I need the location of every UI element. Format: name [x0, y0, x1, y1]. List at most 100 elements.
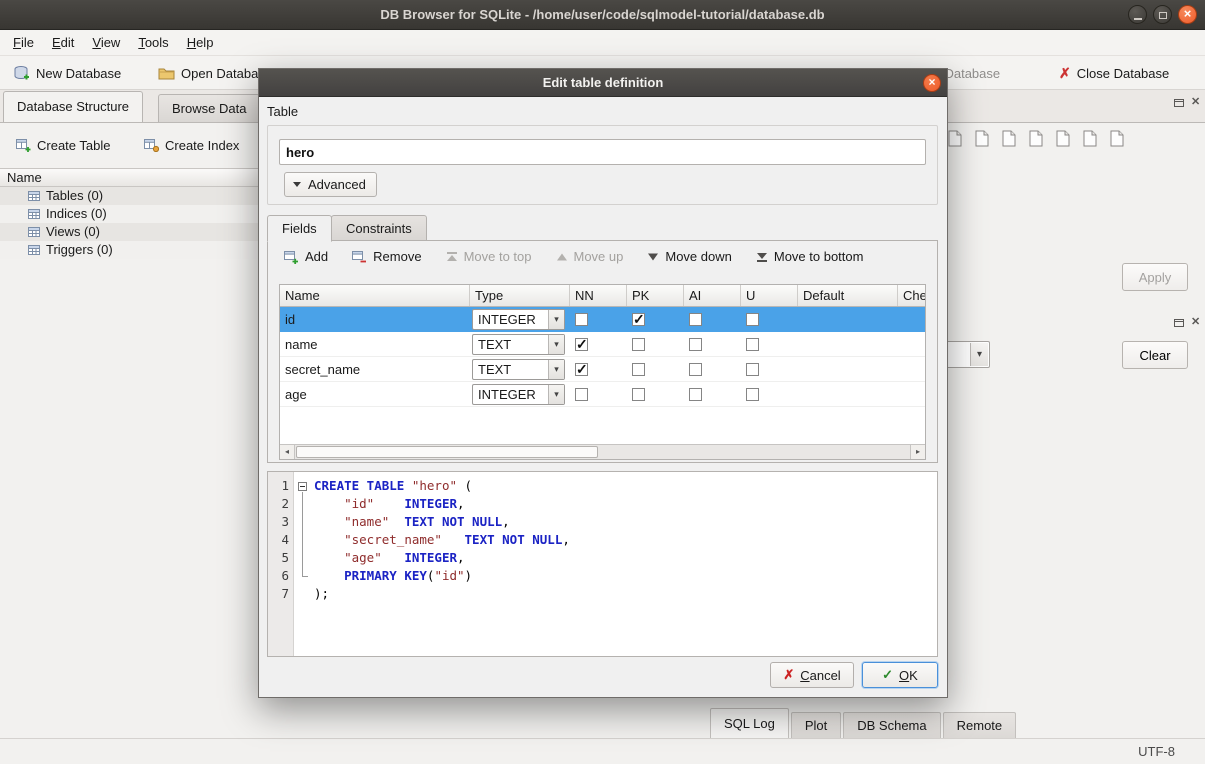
- tab-db-schema[interactable]: DB Schema: [843, 712, 940, 738]
- document-icon[interactable]: [1110, 130, 1125, 147]
- move-down-button[interactable]: Move down: [647, 249, 731, 264]
- u-checkbox[interactable]: [746, 388, 759, 401]
- type-combobox[interactable]: INTEGER▾: [472, 309, 565, 330]
- dialog-close-button[interactable]: ×: [923, 74, 941, 92]
- edit-cell-toolbar: [948, 130, 1125, 147]
- sql-line: );: [314, 585, 937, 603]
- table-name-input[interactable]: [279, 139, 926, 165]
- menu-tools[interactable]: Tools: [129, 32, 177, 53]
- advanced-toggle-button[interactable]: Advanced: [284, 172, 377, 197]
- float-panel-icon[interactable]: [1174, 318, 1185, 328]
- field-row-secret_name[interactable]: secret_nameTEXT▾: [280, 357, 925, 382]
- encoding-indicator[interactable]: UTF-8: [1138, 739, 1175, 764]
- field-check-cell[interactable]: [898, 332, 926, 356]
- pk-checkbox[interactable]: [632, 388, 645, 401]
- pk-checkbox[interactable]: [632, 363, 645, 376]
- document-icon[interactable]: [948, 130, 963, 147]
- field-name-cell[interactable]: secret_name: [280, 357, 470, 381]
- document-icon[interactable]: [1029, 130, 1044, 147]
- u-checkbox[interactable]: [746, 313, 759, 326]
- field-name-cell[interactable]: age: [280, 382, 470, 406]
- field-row-age[interactable]: ageINTEGER▾: [280, 382, 925, 407]
- add-field-button[interactable]: Add: [284, 249, 328, 264]
- column-header-name[interactable]: Name: [280, 285, 470, 306]
- window-titlebar[interactable]: DB Browser for SQLite - /home/user/code/…: [0, 0, 1205, 30]
- column-header-nn[interactable]: NN: [570, 285, 627, 306]
- menu-edit[interactable]: Edit: [43, 32, 83, 53]
- ai-checkbox[interactable]: [689, 313, 702, 326]
- scroll-left-icon[interactable]: ◂: [280, 445, 295, 459]
- clear-button[interactable]: Clear: [1122, 341, 1188, 369]
- field-default-cell[interactable]: [798, 382, 898, 406]
- field-default-cell[interactable]: [798, 357, 898, 381]
- move-to-bottom-button[interactable]: Move to bottom: [756, 249, 864, 264]
- field-name-cell[interactable]: id: [280, 307, 470, 332]
- tab-fields[interactable]: Fields: [267, 215, 332, 242]
- ai-checkbox[interactable]: [689, 363, 702, 376]
- apply-button[interactable]: Apply: [1122, 263, 1188, 291]
- column-header-u[interactable]: U: [741, 285, 798, 306]
- tab-database-structure[interactable]: Database Structure: [3, 91, 143, 122]
- column-header-type[interactable]: Type: [470, 285, 570, 306]
- document-icon[interactable]: [1083, 130, 1098, 147]
- create-index-button[interactable]: Create Index: [138, 133, 245, 157]
- type-combobox[interactable]: TEXT▾: [472, 359, 565, 380]
- u-checkbox[interactable]: [746, 363, 759, 376]
- type-combobox[interactable]: TEXT▾: [472, 334, 565, 355]
- tab-remote[interactable]: Remote: [943, 712, 1017, 738]
- tab-constraints[interactable]: Constraints: [331, 215, 427, 241]
- menu-file[interactable]: File: [4, 32, 43, 53]
- cancel-button[interactable]: ✗ Cancel: [770, 662, 854, 688]
- field-default-cell[interactable]: [798, 332, 898, 356]
- field-default-cell[interactable]: [798, 307, 898, 332]
- move-to-top-button[interactable]: Move to top: [446, 249, 532, 264]
- field-check-cell[interactable]: [898, 357, 926, 381]
- code-fold-icon[interactable]: [298, 482, 307, 491]
- column-header-pk[interactable]: PK: [627, 285, 684, 306]
- dialog-titlebar[interactable]: Edit table definition ×: [259, 69, 947, 97]
- close-panel-icon[interactable]: ✕: [1191, 97, 1200, 108]
- nn-checkbox[interactable]: [575, 313, 588, 326]
- minimize-button[interactable]: [1128, 5, 1147, 24]
- nn-checkbox[interactable]: [575, 363, 588, 376]
- column-header-ai[interactable]: AI: [684, 285, 741, 306]
- field-name-cell[interactable]: name: [280, 332, 470, 356]
- field-check-cell[interactable]: [898, 307, 926, 332]
- close-window-button[interactable]: ×: [1178, 5, 1197, 24]
- pk-checkbox[interactable]: [632, 338, 645, 351]
- pk-checkbox[interactable]: [632, 313, 645, 326]
- scrollbar-thumb[interactable]: [296, 446, 598, 458]
- type-combobox[interactable]: INTEGER▾: [472, 384, 565, 405]
- close-panel-icon[interactable]: ✕: [1191, 317, 1200, 328]
- scroll-right-icon[interactable]: ▸: [910, 445, 925, 459]
- field-row-name[interactable]: nameTEXT▾: [280, 332, 925, 357]
- document-icon[interactable]: [1056, 130, 1071, 147]
- remove-field-button[interactable]: Remove: [352, 249, 421, 264]
- sql-code[interactable]: CREATE TABLE "hero" ( "id" INTEGER, "nam…: [314, 472, 937, 656]
- maximize-button[interactable]: [1153, 5, 1172, 24]
- close-database-button[interactable]: ✗ Close Database: [1053, 59, 1175, 87]
- nn-checkbox[interactable]: [575, 388, 588, 401]
- menu-help[interactable]: Help: [178, 32, 223, 53]
- column-header-default[interactable]: Default: [798, 285, 898, 306]
- horizontal-scrollbar[interactable]: ◂ ▸: [280, 444, 925, 459]
- create-table-button[interactable]: Create Table: [10, 133, 116, 157]
- float-panel-icon[interactable]: [1174, 98, 1185, 108]
- document-icon[interactable]: [1002, 130, 1017, 147]
- ai-checkbox[interactable]: [689, 388, 702, 401]
- new-database-button[interactable]: New Database: [8, 59, 127, 87]
- field-check-cell[interactable]: [898, 382, 926, 406]
- tab-plot[interactable]: Plot: [791, 712, 841, 738]
- ok-button[interactable]: ✓ OK: [862, 662, 938, 688]
- field-row-id[interactable]: idINTEGER▾: [280, 307, 925, 332]
- column-header-check[interactable]: Check: [898, 285, 926, 306]
- tab-sql-log[interactable]: SQL Log: [710, 708, 789, 738]
- move-to-bottom-icon: [756, 251, 768, 263]
- nn-checkbox[interactable]: [575, 338, 588, 351]
- menu-view[interactable]: View: [83, 32, 129, 53]
- u-checkbox[interactable]: [746, 338, 759, 351]
- ai-checkbox[interactable]: [689, 338, 702, 351]
- tab-browse-data[interactable]: Browse Data: [158, 94, 260, 122]
- document-icon[interactable]: [975, 130, 990, 147]
- move-up-button[interactable]: Move up: [556, 249, 624, 264]
